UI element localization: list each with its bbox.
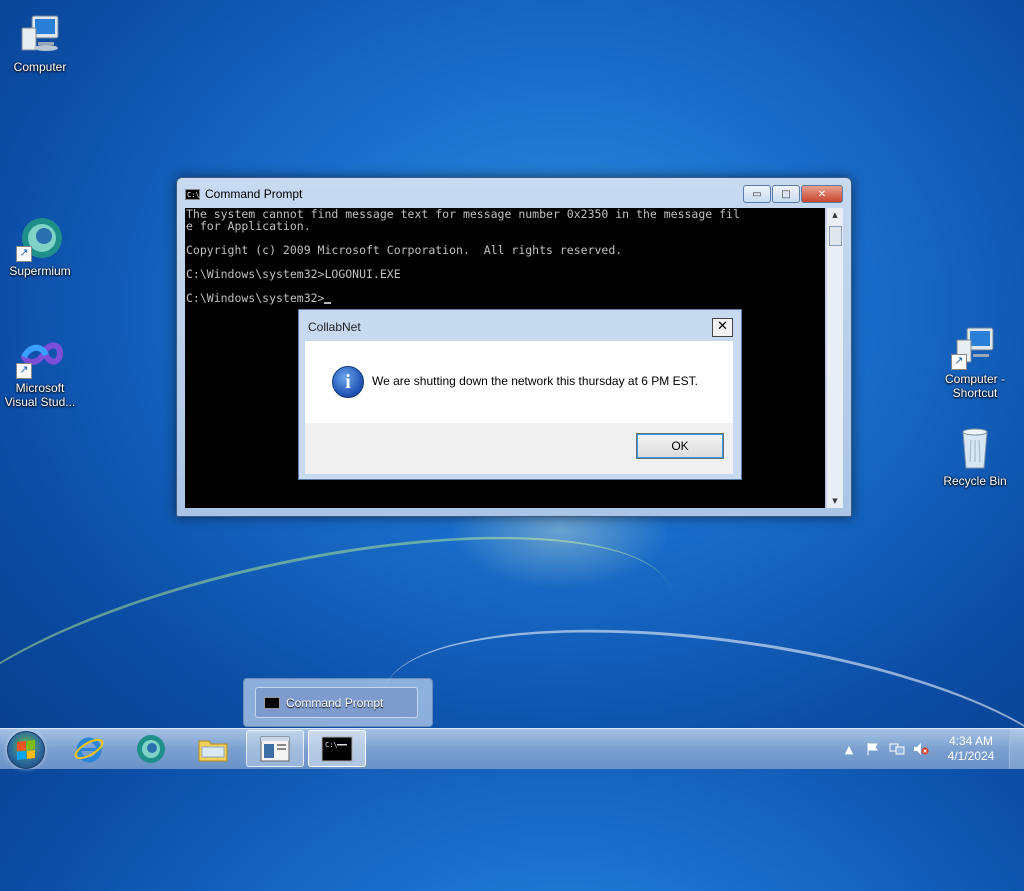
- dialog-title: CollabNet: [308, 320, 361, 334]
- show-hidden-icons-icon[interactable]: ▲: [841, 741, 857, 757]
- cmd-icon: [264, 696, 280, 709]
- taskbar-clock[interactable]: 4:34 AM 4/1/2024: [939, 734, 1003, 764]
- taskbar-file-explorer[interactable]: [184, 730, 242, 767]
- desktop-icon-label: Microsoft Visual Stud...: [4, 381, 76, 409]
- cmd-icon: C:\: [321, 736, 353, 761]
- desktop-icon-label: Recycle Bin: [943, 474, 1007, 488]
- minimize-icon: ▭: [752, 188, 762, 200]
- console-prompt-line: C:\Windows\system32>: [186, 292, 825, 304]
- dialog-content: i We are shutting down the network this …: [305, 341, 733, 423]
- desktop-icon-label: Supermium: [9, 264, 71, 278]
- clock-date: 4/1/2024: [947, 749, 995, 763]
- taskbar-thumbnail-popup: Command Prompt: [243, 678, 433, 727]
- vertical-scrollbar[interactable]: ▲ ▼: [826, 208, 843, 508]
- start-button[interactable]: [7, 731, 45, 769]
- action-center-flag-icon[interactable]: [865, 741, 881, 757]
- taskbar-supermium[interactable]: [122, 730, 180, 767]
- svg-text:C:\: C:\: [325, 741, 338, 749]
- taskbar: C:\ ▲ 4:34 AM 4/1/2024: [0, 728, 1024, 769]
- scroll-thumb[interactable]: [829, 226, 842, 246]
- desktop-icon-supermium[interactable]: ↗ Supermium: [0, 214, 80, 278]
- cmd-icon: C:\: [185, 188, 200, 200]
- supermium-icon: ↗: [16, 214, 64, 262]
- close-icon: ✕: [717, 319, 728, 334]
- minimize-button[interactable]: ▭: [743, 185, 771, 203]
- console-line: Copyright (c) 2009 Microsoft Corporation…: [186, 243, 623, 257]
- desktop-icon-computer[interactable]: Computer: [0, 10, 80, 74]
- window-title: Command Prompt: [205, 187, 303, 201]
- console-line: C:\Windows\system32>: [186, 291, 325, 305]
- shortcut-arrow-icon: ↗: [951, 354, 967, 370]
- desktop-icon-label: Computer - Shortcut: [944, 372, 1006, 400]
- message-dialog[interactable]: CollabNet ✕ i We are shutting down the n…: [298, 309, 742, 480]
- volume-muted-icon[interactable]: [913, 741, 929, 757]
- show-desktop-button[interactable]: [1009, 729, 1024, 769]
- taskbar-command-prompt[interactable]: C:\: [308, 730, 366, 767]
- close-button[interactable]: ✕: [801, 185, 843, 203]
- taskbar-popup-label: Command Prompt: [286, 695, 384, 710]
- ok-button[interactable]: OK: [636, 433, 724, 459]
- information-icon: i: [332, 366, 364, 398]
- dialog-close-button[interactable]: ✕: [712, 318, 733, 337]
- dialog-message: We are shutting down the network this th…: [372, 374, 698, 388]
- desktop-icon-label: Computer: [13, 60, 67, 74]
- recycle-bin-icon: [951, 424, 999, 472]
- window-titlebar[interactable]: C:\ Command Prompt: [185, 186, 302, 202]
- clock-time: 4:34 AM: [948, 734, 994, 748]
- folder-icon: [198, 740, 228, 761]
- internet-explorer-icon: [74, 737, 104, 762]
- computer-icon: ↗: [951, 322, 999, 370]
- taskbar-app-window[interactable]: [246, 730, 304, 767]
- app-window-icon: [260, 736, 290, 761]
- console-line: C:\Windows\system32>LOGONUI.EXE: [186, 267, 401, 281]
- taskbar-internet-explorer[interactable]: [60, 730, 118, 767]
- windows-logo-icon: [17, 740, 35, 760]
- taskbar-popup-item[interactable]: Command Prompt: [255, 687, 418, 718]
- visual-studio-icon: ↗: [16, 331, 64, 379]
- shortcut-arrow-icon: ↗: [16, 363, 32, 379]
- computer-icon: [16, 10, 64, 58]
- desktop-icon-recycle-bin[interactable]: Recycle Bin: [934, 424, 1016, 488]
- maximize-icon: □: [781, 188, 791, 200]
- console-line: e for Application.: [186, 219, 311, 233]
- close-icon: ✕: [817, 188, 827, 200]
- scroll-down-arrow-icon[interactable]: ▼: [827, 494, 843, 508]
- network-icon[interactable]: [889, 741, 905, 757]
- dialog-footer: OK: [305, 423, 733, 474]
- desktop-icon-computer-shortcut[interactable]: ↗ Computer - Shortcut: [934, 322, 1016, 400]
- system-tray: ▲ 4:34 AM 4/1/2024: [837, 729, 1024, 769]
- scroll-up-arrow-icon[interactable]: ▲: [827, 208, 843, 222]
- desktop-icon-visual-studio[interactable]: ↗ Microsoft Visual Stud...: [0, 331, 80, 409]
- maximize-button[interactable]: □: [772, 185, 800, 203]
- supermium-icon: [137, 734, 165, 763]
- text-cursor: [324, 292, 332, 304]
- shortcut-arrow-icon: ↗: [16, 246, 32, 262]
